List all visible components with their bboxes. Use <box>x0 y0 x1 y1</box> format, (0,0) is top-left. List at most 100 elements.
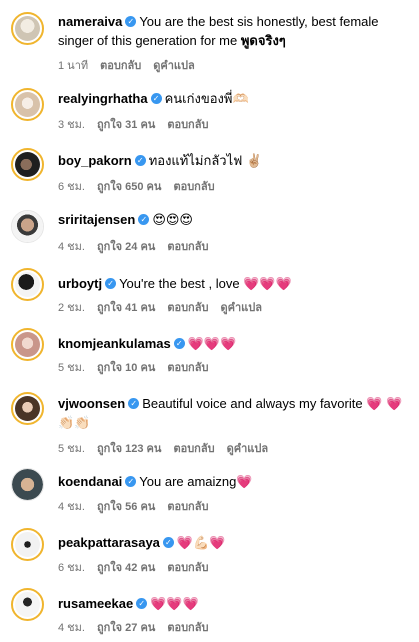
likes-count[interactable]: ถูกใจ 56 คน <box>97 501 155 513</box>
comment-text: 💗💗💗 <box>150 596 199 611</box>
comment-meta: 6 ชม. ถูกใจ 42 คน ตอบกลับ <box>58 558 220 576</box>
verified-badge-icon: ✓ <box>138 214 150 226</box>
comment-time: 6 ชม. <box>58 181 85 193</box>
avatar[interactable] <box>11 328 44 361</box>
comment-text: 😍😍😍 <box>152 212 193 227</box>
comment-meta: 5 ชม. ถูกใจ 123 คน ตอบกลับ ดูคำแปล <box>58 439 280 457</box>
comment-text: You are amaizng💗 <box>139 474 253 489</box>
avatar-image <box>15 16 40 41</box>
translate-button[interactable]: ดูคำแปล <box>227 443 269 455</box>
avatar-image <box>15 152 40 177</box>
reply-button[interactable]: ตอบกลับ <box>167 302 208 314</box>
comment-meta: 4 ชม. ถูกใจ 27 คน ตอบกลับ <box>58 618 220 636</box>
comment-time: 6 ชม. <box>58 562 85 574</box>
comment-body: urboytj ✓ You're the best , love 💗💗💗 <box>58 274 408 293</box>
translate-button[interactable]: ดูคำแปล <box>153 60 195 72</box>
comment-body: nameraiva ✓ You are the best sis honestly,… <box>58 12 408 50</box>
avatar[interactable] <box>11 12 44 45</box>
likes-count[interactable]: ถูกใจ 31 คน <box>97 119 155 131</box>
likes-count[interactable]: ถูกใจ 41 คน <box>97 302 155 314</box>
comment-body: boy_pakorn ✓ ทองแท้ไม่กลัวไฟ ✌🏼 <box>58 151 408 170</box>
avatar[interactable] <box>11 588 44 621</box>
comment-username[interactable]: urboytj <box>58 276 102 291</box>
verified-badge-icon: ✓ <box>134 155 146 167</box>
comment-emphasis: พูดจริงๆ <box>240 33 286 48</box>
reply-button[interactable]: ตอบกลับ <box>167 241 208 253</box>
comment-body: realyingrhatha ✓ คนเก่งของพี่🫶🏻 <box>58 89 408 108</box>
comment-username[interactable]: knomjeankulamas <box>58 336 171 351</box>
verified-badge-icon: ✓ <box>162 537 174 549</box>
reply-button[interactable]: ตอบกลับ <box>167 501 208 513</box>
likes-count[interactable]: ถูกใจ 650 คน <box>97 181 161 193</box>
comment-body: koendanai ✓ You are amaizng💗 <box>58 472 408 491</box>
likes-count[interactable]: ถูกใจ 123 คน <box>97 443 161 455</box>
comment-text: 💗💪🏻💗 <box>176 535 226 550</box>
comment-time: 4 ชม. <box>58 241 85 253</box>
reply-button[interactable]: ตอบกลับ <box>173 443 214 455</box>
avatar-image <box>15 272 40 297</box>
avatar-image <box>12 469 43 500</box>
comment-username[interactable]: vjwoonsen <box>58 396 125 411</box>
comment-body: rusameekae ✓ 💗💗💗 <box>58 594 408 613</box>
verified-badge-icon: ✓ <box>125 476 137 488</box>
comment-meta: 5 ชม. ถูกใจ 10 คน ตอบกลับ <box>58 358 220 376</box>
comment-body: vjwoonsen ✓ Beautiful voice and always my … <box>58 394 413 432</box>
avatar[interactable] <box>11 392 44 425</box>
reply-button[interactable]: ตอบกลับ <box>167 362 208 374</box>
comment-text: คนเก่งของพี่🫶🏻 <box>164 91 249 106</box>
translate-button[interactable]: ดูคำแปล <box>220 302 262 314</box>
likes-count[interactable]: ถูกใจ 10 คน <box>97 362 155 374</box>
avatar-image <box>15 592 40 617</box>
reply-button[interactable]: ตอบกลับ <box>167 119 208 131</box>
comment-meta: 4 ชม. ถูกใจ 56 คน ตอบกลับ <box>58 497 220 515</box>
avatar-image <box>12 211 43 242</box>
avatar[interactable] <box>11 88 44 121</box>
avatar-image <box>15 332 40 357</box>
comment-time: 4 ชม. <box>58 501 85 513</box>
comment-meta: 3 ชม. ถูกใจ 31 คน ตอบกลับ <box>58 115 220 133</box>
avatar-image <box>15 396 40 421</box>
verified-badge-icon: ✓ <box>128 398 140 410</box>
comment-meta: 1 นาที ตอบกลับ ดูคำแปล <box>58 56 207 74</box>
comment-body: knomjeankulamas ✓ 💗💗💗 <box>58 334 408 353</box>
verified-badge-icon: ✓ <box>105 278 117 290</box>
avatar[interactable] <box>11 148 44 181</box>
verified-badge-icon: ✓ <box>125 16 137 28</box>
avatar[interactable] <box>11 528 44 561</box>
comment-time: 5 ชม. <box>58 362 85 374</box>
comment-username[interactable]: sriritajensen <box>58 212 135 227</box>
verified-badge-icon: ✓ <box>150 93 162 105</box>
likes-count[interactable]: ถูกใจ 27 คน <box>97 622 155 634</box>
comment-text: You're the best , love 💗💗💗 <box>119 276 292 291</box>
likes-count[interactable]: ถูกใจ 24 คน <box>97 241 155 253</box>
comment-meta: 6 ชม. ถูกใจ 650 คน ตอบกลับ <box>58 177 227 195</box>
comment-username[interactable]: peakpattarasaya <box>58 535 160 550</box>
avatar-image <box>15 532 40 557</box>
comment-time: 1 นาที <box>58 60 89 72</box>
comment-body: sriritajensen ✓ 😍😍😍 <box>58 210 408 229</box>
comment-body: peakpattarasaya ✓ 💗💪🏻💗 <box>58 533 408 552</box>
avatar[interactable] <box>11 268 44 301</box>
comment-username[interactable]: koendanai <box>58 474 122 489</box>
reply-button[interactable]: ตอบกลับ <box>173 181 214 193</box>
verified-badge-icon: ✓ <box>136 598 148 610</box>
comment-username[interactable]: realyingrhatha <box>58 91 148 106</box>
comment-username[interactable]: boy_pakorn <box>58 153 132 168</box>
likes-count[interactable]: ถูกใจ 42 คน <box>97 562 155 574</box>
reply-button[interactable]: ตอบกลับ <box>100 60 141 72</box>
reply-button[interactable]: ตอบกลับ <box>167 622 208 634</box>
comment-time: 4 ชม. <box>58 622 85 634</box>
comment-meta: 4 ชม. ถูกใจ 24 คน ตอบกลับ <box>58 237 220 255</box>
reply-button[interactable]: ตอบกลับ <box>167 562 208 574</box>
avatar-image <box>15 92 40 117</box>
comment-time: 3 ชม. <box>58 119 85 131</box>
verified-badge-icon: ✓ <box>173 338 185 350</box>
comment-meta: 2 ชม. ถูกใจ 41 คน ตอบกลับ ดูคำแปล <box>58 298 274 316</box>
comment-username[interactable]: nameraiva <box>58 14 122 29</box>
avatar[interactable] <box>11 468 44 501</box>
avatar[interactable] <box>11 210 44 243</box>
comment-text: 💗💗💗 <box>187 336 237 351</box>
comment-time: 5 ชม. <box>58 443 85 455</box>
comment-username[interactable]: rusameekae <box>58 596 133 611</box>
comment-text: ทองแท้ไม่กลัวไฟ ✌🏼 <box>148 153 263 168</box>
